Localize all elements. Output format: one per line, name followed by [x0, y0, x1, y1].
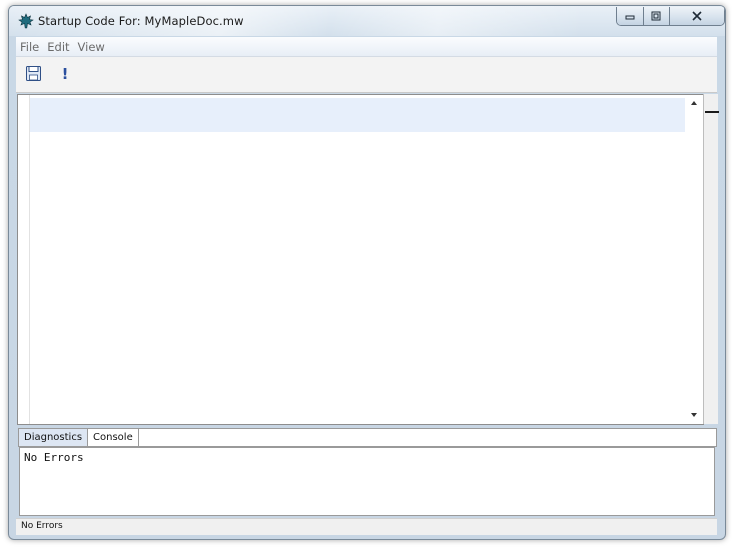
window-title: Startup Code For: MyMapleDoc.mw: [38, 14, 244, 28]
floppy-disk-icon[interactable]: [26, 66, 41, 81]
side-ruler: [703, 94, 719, 424]
scroll-down-arrow-icon[interactable]: [691, 413, 697, 417]
tab-diagnostics[interactable]: Diagnostics: [19, 429, 89, 446]
maximize-icon: [651, 11, 661, 21]
editor-gutter: [18, 95, 30, 424]
editor-scrollbar[interactable]: [687, 95, 703, 424]
scroll-up-arrow-icon[interactable]: [691, 101, 697, 105]
toolbar: !: [16, 57, 717, 93]
maximize-button[interactable]: [643, 7, 671, 25]
menu-edit[interactable]: Edit: [43, 40, 73, 54]
diagnostics-text: No Errors: [24, 451, 84, 464]
minimize-button[interactable]: [617, 7, 644, 25]
caption-buttons: [616, 7, 725, 26]
close-icon: [692, 11, 702, 21]
title-bar[interactable]: Startup Code For: MyMapleDoc.mw: [9, 6, 725, 36]
current-line-highlight: [30, 98, 685, 132]
output-tabs: Diagnostics Console: [18, 428, 717, 447]
status-text: No Errors: [21, 521, 63, 531]
close-button[interactable]: [670, 7, 724, 25]
diagnostics-output[interactable]: No Errors: [19, 447, 715, 516]
execute-button[interactable]: !: [59, 65, 71, 83]
menu-bar: File Edit View: [16, 37, 717, 57]
tab-console[interactable]: Console: [88, 429, 139, 446]
startup-code-window: Startup Code For: MyMapleDoc.mw File Edi…: [8, 5, 726, 540]
menu-view[interactable]: View: [74, 40, 109, 54]
maple-leaf-icon: [18, 13, 34, 29]
minimize-icon: [625, 15, 635, 20]
code-editor[interactable]: [17, 94, 704, 425]
ruler-marker: [705, 111, 719, 113]
menu-file[interactable]: File: [16, 40, 43, 54]
status-bar: No Errors: [16, 518, 717, 535]
